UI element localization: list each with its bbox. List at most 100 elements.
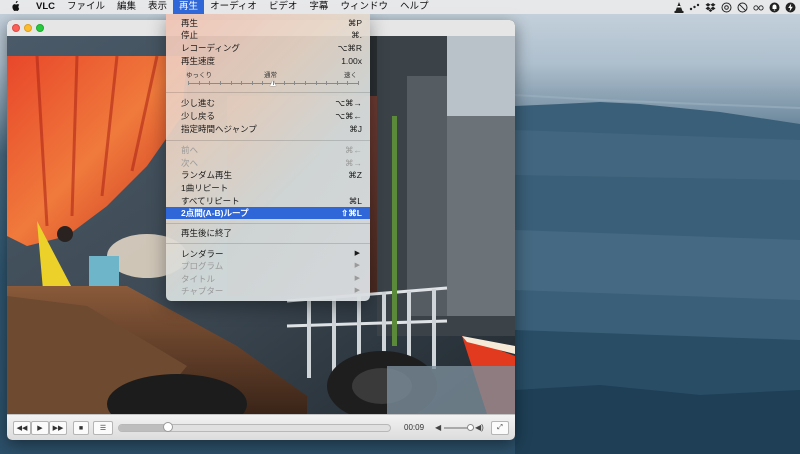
menu-item-label: ランダム再生	[181, 170, 233, 180]
menu-item-stop[interactable]: 停止 ⌘.	[166, 29, 370, 41]
speed-fast-label: 速く	[344, 72, 357, 79]
menu-audio[interactable]: オーディオ	[204, 0, 263, 14]
speed-tick	[209, 81, 211, 85]
bell-icon[interactable]	[769, 2, 780, 13]
ban-icon[interactable]	[737, 2, 748, 13]
rewind-icon: ◀◀	[16, 425, 28, 432]
submenu-arrow-icon: ▶	[354, 262, 360, 269]
vlc-cone-icon[interactable]	[673, 1, 684, 13]
menu-edit[interactable]: 編集	[111, 0, 142, 14]
apple-icon[interactable]	[0, 0, 30, 14]
speed-tick	[230, 81, 232, 85]
menu-window[interactable]: ウィンドウ	[334, 0, 394, 14]
menu-item-step-forward[interactable]: 少し進む ⌥⌘→	[166, 97, 370, 109]
speed-slider[interactable]	[188, 80, 359, 86]
status-area	[673, 0, 796, 14]
volume-high-icon[interactable]: ◀)	[475, 423, 484, 432]
menu-item-shortcut: ⌥⌘R	[337, 43, 362, 53]
speed-tick	[326, 81, 328, 85]
menu-item-shortcut: ⌘P	[347, 18, 362, 28]
menu-item-record[interactable]: レコーディング ⌥⌘R	[166, 42, 370, 54]
speed-tick	[304, 81, 306, 85]
speed-tick	[251, 81, 253, 85]
menu-item-label: プログラム	[181, 261, 224, 271]
play-button[interactable]: ▶	[31, 421, 49, 435]
menu-item-jump-to-time[interactable]: 指定時間へジャンプ ⌘J	[166, 123, 370, 135]
speed-tick	[241, 81, 243, 85]
menu-item-shortcut: ⌘J	[349, 124, 362, 134]
menu-item-shortcut: ⌘.	[351, 30, 362, 40]
speed-tick	[273, 81, 274, 85]
glasses-icon[interactable]	[753, 2, 764, 13]
volume-knob[interactable]	[466, 424, 474, 431]
close-window-button[interactable]	[12, 24, 20, 32]
minimize-window-button[interactable]	[24, 24, 32, 32]
menu-item-random[interactable]: ランダム再生 ⌘Z	[166, 169, 370, 181]
submenu-arrow-icon: ▶	[354, 287, 360, 294]
menu-item-shortcut: ⌘Z	[348, 170, 362, 180]
volume-slider[interactable]	[444, 424, 474, 431]
playback-controls: ◀◀ ▶ ▶▶ ■ ☰ 00:09 ◀ ◀) ⤢	[7, 414, 515, 440]
dots-icon[interactable]	[689, 2, 700, 13]
dropbox-icon[interactable]	[705, 2, 716, 13]
menu-view[interactable]: 表示	[142, 0, 173, 14]
fullscreen-button[interactable]: ⤢	[491, 421, 509, 435]
submenu-arrow-icon: ▶	[354, 275, 360, 282]
speed-normal-label: 通常	[264, 72, 277, 79]
rewind-button[interactable]: ◀◀	[13, 421, 31, 435]
menu-separator	[166, 92, 370, 93]
progress-fill	[119, 425, 168, 431]
speed-value: 1.00x	[341, 56, 362, 66]
menu-item-step-backward[interactable]: 少し戻る ⌥⌘←	[166, 110, 370, 122]
menu-item-title: タイトル ▶	[166, 273, 370, 285]
speed-tick	[188, 81, 189, 85]
menu-item-program: プログラム ▶	[166, 260, 370, 272]
menu-item-repeat-one[interactable]: 1曲リピート	[166, 182, 370, 194]
volume-low-icon[interactable]: ◀	[435, 423, 441, 432]
submenu-arrow-icon: ▶	[354, 250, 360, 257]
stop-button[interactable]: ■	[73, 421, 89, 435]
menu-help[interactable]: ヘルプ	[394, 0, 435, 14]
menu-item-chapter: チャプター ▶	[166, 285, 370, 297]
menu-item-label: 指定時間へジャンプ	[181, 124, 257, 134]
menu-item-renderer[interactable]: レンダラー ▶	[166, 248, 370, 260]
menu-item-shortcut: ⌘L	[348, 196, 362, 206]
speed-tick	[283, 81, 285, 85]
menu-item-label: 再生後に終了	[181, 228, 233, 238]
playlist-icon: ☰	[99, 425, 107, 432]
menu-item-label: レンダラー	[181, 249, 224, 259]
menu-item-repeat-all[interactable]: すべてリピート ⌘L	[166, 195, 370, 207]
menu-item-label: レコーディング	[181, 43, 240, 53]
zoom-window-button[interactable]	[36, 24, 44, 32]
menu-playback[interactable]: 再生	[173, 0, 205, 14]
menu-video[interactable]: ビデオ	[263, 0, 304, 14]
menu-item-label: 少し戻る	[181, 111, 216, 121]
at-icon[interactable]	[721, 2, 732, 13]
menu-item-play[interactable]: 再生 ⌘P	[166, 17, 370, 29]
progress-knob[interactable]	[162, 422, 173, 432]
menu-item-quit-after-playback[interactable]: 再生後に終了	[166, 227, 370, 239]
menu-item-ab-loop[interactable]: 2点間(A-B)ループ ⇧⌘L	[166, 207, 370, 219]
menu-item-shortcut: ⌘→	[345, 158, 362, 168]
playlist-button[interactable]: ☰	[93, 421, 113, 435]
menu-item-label: 前へ	[181, 145, 199, 155]
menu-separator	[166, 243, 370, 244]
bolt-icon[interactable]	[785, 2, 796, 13]
menu-vlc[interactable]: VLC	[30, 0, 61, 14]
forward-icon: ▶▶	[52, 425, 64, 432]
speed-tick	[219, 81, 221, 85]
menu-item-label: チャプター	[181, 286, 224, 296]
forward-button[interactable]: ▶▶	[49, 421, 67, 435]
menu-item-label: タイトル	[181, 274, 216, 284]
elapsed-time: 00:09	[404, 423, 425, 432]
menu-item-shortcut: ⌘←	[345, 145, 362, 155]
menu-item-label: 少し進む	[181, 98, 216, 108]
play-icon: ▶	[37, 425, 43, 432]
menu-bar: VLC ファイル 編集 表示 再生 オーディオ ビデオ 字幕 ウィンドウ ヘルプ	[0, 0, 800, 14]
menu-file[interactable]: ファイル	[61, 0, 111, 14]
speed-tick	[358, 81, 359, 85]
progress-bar[interactable]	[118, 422, 391, 432]
menu-item-shortcut: ⇧⌘L	[341, 208, 362, 218]
menu-subtitles[interactable]: 字幕	[303, 0, 334, 14]
menu-item-shortcut: ⌥⌘→	[335, 98, 362, 108]
